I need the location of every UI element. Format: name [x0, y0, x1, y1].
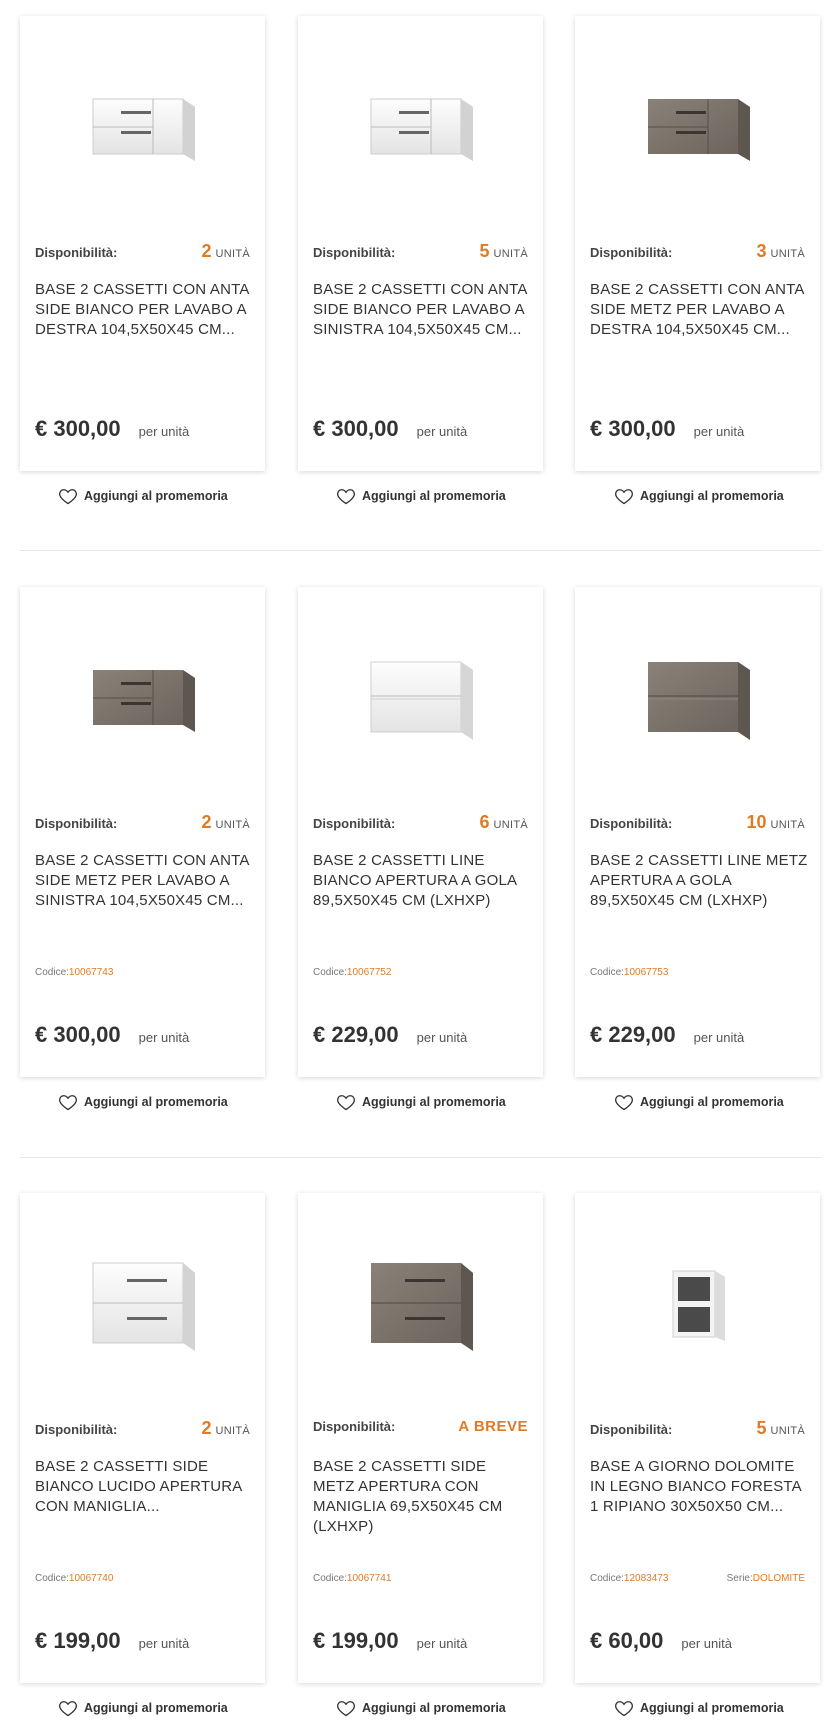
product-card[interactable]: Disponibilità: 6 UNITÀ BASE 2 CASSETTI LI… — [298, 587, 543, 1077]
product-title[interactable]: BASE A GIORNO DOLOMITE IN LEGNO BIANCO F… — [590, 1457, 808, 1517]
availability-count: 5 — [479, 241, 490, 261]
white-cabinet-with-side-door-icon — [92, 98, 195, 161]
product-code: 10067743 — [68, 967, 114, 978]
heart-icon — [614, 486, 634, 506]
product-price: € 229,00 — [590, 1022, 676, 1047]
product-title[interactable]: BASE 2 CASSETTI CON ANTA SIDE BIANCO PER… — [313, 280, 531, 340]
product-meta: Codice:10067740 — [35, 1573, 114, 1584]
product-card[interactable]: Disponibilità: 3 UNITÀ BASE 2 CASSETTI CO… — [575, 16, 820, 471]
product-image[interactable] — [575, 16, 820, 236]
open-shelf-unit-icon — [672, 1270, 725, 1341]
white-cabinet-two-drawers-handles-icon — [92, 1262, 195, 1351]
availability: Disponibilità: 5 UNITÀ — [590, 1418, 805, 1438]
product-code: 10067740 — [68, 1573, 114, 1584]
product-title[interactable]: BASE 2 CASSETTI LINE METZ APERTURA A GOL… — [590, 851, 808, 911]
product-title[interactable]: BASE 2 CASSETTI SIDE METZ APERTURA CON M… — [313, 1457, 531, 1537]
unit-label: UNITÀ — [215, 248, 250, 260]
white-cabinet-two-drawers-icon — [370, 661, 473, 740]
add-to-reminder-button[interactable]: Aggiungi al promemoria — [336, 1092, 506, 1112]
availability: Disponibilità: 2 UNITÀ — [35, 1418, 250, 1438]
white-cabinet-with-side-door-icon — [370, 98, 473, 161]
product-code: 10067741 — [346, 1573, 392, 1584]
product-meta: Codice:10067741 — [313, 1573, 392, 1584]
product-meta: Codice:10067743 — [35, 967, 114, 978]
product-card[interactable]: Disponibilità: 5 UNITÀ BASE 2 CASSETTI CO… — [298, 16, 543, 471]
heart-icon — [58, 486, 78, 506]
row-divider — [20, 1157, 821, 1158]
product-code: 10067753 — [623, 967, 669, 978]
add-to-reminder-button[interactable]: Aggiungi al promemoria — [614, 486, 784, 506]
product-image[interactable] — [298, 587, 543, 807]
product-price: € 300,00 — [35, 416, 121, 441]
product-price: € 300,00 — [590, 416, 676, 441]
wood-cabinet-with-side-door-icon — [647, 99, 750, 161]
availability: Disponibilità: 2 UNITÀ — [35, 241, 250, 261]
product-card[interactable]: Disponibilità: A BREVE BASE 2 CASSETTI S… — [298, 1193, 543, 1683]
availability-count: 6 — [479, 812, 490, 832]
add-to-reminder-button[interactable]: Aggiungi al promemoria — [58, 486, 228, 506]
product-price: € 300,00 — [35, 1022, 121, 1047]
product-card[interactable]: Disponibilità: 10 UNITÀ BASE 2 CASSETTI L… — [575, 587, 820, 1077]
heart-icon — [336, 1092, 356, 1112]
product-price: € 229,00 — [313, 1022, 399, 1047]
availability-count: 3 — [756, 241, 767, 261]
product-meta: Codice:10067753 — [590, 967, 669, 978]
product-series[interactable]: DOLOMITE — [753, 1573, 805, 1584]
product-title[interactable]: BASE 2 CASSETTI SIDE BIANCO LUCIDO APERT… — [35, 1457, 253, 1517]
availability-count: 2 — [201, 241, 212, 261]
add-to-reminder-button[interactable]: Aggiungi al promemoria — [58, 1698, 228, 1718]
product-code: 10067752 — [346, 967, 392, 978]
row-divider — [20, 550, 821, 551]
heart-icon — [614, 1092, 634, 1112]
availability: Disponibilità: 2 UNITÀ — [35, 812, 250, 832]
product-card[interactable]: Disponibilità: 2 UNITÀ BASE 2 CASSETTI CO… — [20, 587, 265, 1077]
product-title[interactable]: BASE 2 CASSETTI CON ANTA SIDE METZ PER L… — [590, 280, 808, 340]
heart-icon — [58, 1698, 78, 1718]
product-card[interactable]: Disponibilità: 5 UNITÀ BASE A GIORNO DOLO… — [575, 1193, 820, 1683]
product-price: € 60,00 — [590, 1628, 664, 1653]
add-to-reminder-button[interactable]: Aggiungi al promemoria — [336, 486, 506, 506]
product-image[interactable] — [575, 587, 820, 807]
product-image[interactable] — [298, 1193, 543, 1413]
availability-soon: A BREVE — [458, 1418, 528, 1435]
product-image[interactable] — [575, 1193, 820, 1413]
product-image[interactable] — [20, 587, 265, 807]
per-unit-label: per unità — [138, 424, 190, 439]
product-title[interactable]: BASE 2 CASSETTI CON ANTA SIDE METZ PER L… — [35, 851, 253, 911]
product-price: € 300,00 — [313, 416, 399, 441]
product-card[interactable]: Disponibilità: 2 UNITÀ BASE 2 CASSETTI CO… — [20, 16, 265, 471]
product-price: € 199,00 — [35, 1628, 121, 1653]
heart-icon — [336, 486, 356, 506]
product-meta: Codice:12083473 Serie:DOLOMITE — [590, 1573, 805, 1584]
availability-count: 2 — [201, 1418, 212, 1438]
product-image[interactable] — [298, 16, 543, 236]
heart-icon — [336, 1698, 356, 1718]
availability-count: 10 — [746, 812, 767, 832]
wood-cabinet-two-drawers-handles-icon — [370, 1263, 473, 1351]
availability: Disponibilità: A BREVE — [313, 1418, 528, 1435]
product-code: 12083473 — [623, 1573, 669, 1584]
add-to-reminder-button[interactable]: Aggiungi al promemoria — [614, 1698, 784, 1718]
heart-icon — [614, 1698, 634, 1718]
product-price: € 199,00 — [313, 1628, 399, 1653]
product-card[interactable]: Disponibilità: 2 UNITÀ BASE 2 CASSETTI SI… — [20, 1193, 265, 1683]
wood-cabinet-with-side-door-icon — [92, 670, 195, 732]
product-image[interactable] — [20, 16, 265, 236]
add-to-reminder-button[interactable]: Aggiungi al promemoria — [336, 1698, 506, 1718]
availability-count: 5 — [756, 1418, 767, 1438]
product-title[interactable]: BASE 2 CASSETTI CON ANTA SIDE BIANCO PER… — [35, 280, 253, 340]
heart-icon — [58, 1092, 78, 1112]
availability-label: Disponibilità: — [35, 245, 118, 260]
availability: Disponibilità: 3 UNITÀ — [590, 241, 805, 261]
availability: Disponibilità: 10 UNITÀ — [590, 812, 805, 832]
product-title[interactable]: BASE 2 CASSETTI LINE BIANCO APERTURA A G… — [313, 851, 531, 911]
add-to-reminder-button[interactable]: Aggiungi al promemoria — [58, 1092, 228, 1112]
availability: Disponibilità: 5 UNITÀ — [313, 241, 528, 261]
product-image[interactable] — [20, 1193, 265, 1413]
availability-count: 2 — [201, 812, 212, 832]
wood-cabinet-two-drawers-icon — [647, 661, 750, 740]
add-to-reminder-button[interactable]: Aggiungi al promemoria — [614, 1092, 784, 1112]
product-meta: Codice:10067752 — [313, 967, 392, 978]
availability: Disponibilità: 6 UNITÀ — [313, 812, 528, 832]
